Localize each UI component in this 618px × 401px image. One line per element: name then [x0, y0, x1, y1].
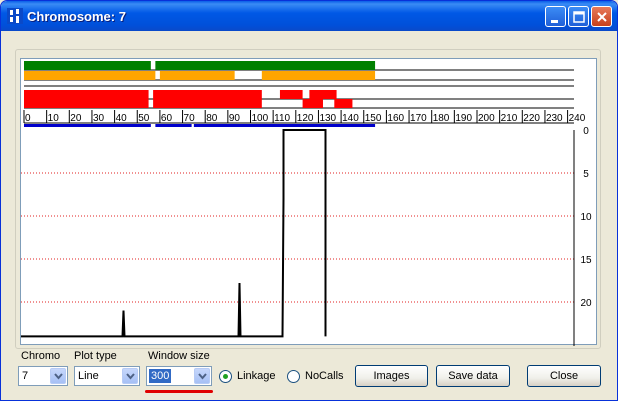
red-segment: [24, 99, 149, 108]
x-tick-label: 40: [116, 113, 128, 124]
x-tick-label: 0: [25, 113, 31, 124]
red-segment: [334, 99, 353, 108]
chromosome-plot: 0 10 20 30 40 50 60 70 80 90 100 110 120 130 140 150 160…: [20, 58, 597, 346]
x-tick-label: 110: [274, 113, 290, 124]
chromo-value: 7: [22, 370, 29, 382]
red-segment: [153, 99, 262, 108]
orange-segment: [159, 71, 235, 80]
plot-type-value: Line: [78, 370, 99, 382]
y-tick-label: 15: [580, 255, 592, 266]
save-data-button[interactable]: Save data: [436, 365, 510, 387]
green-segment: [155, 61, 376, 70]
red-segment: [309, 90, 337, 99]
red-segment: [302, 99, 323, 108]
x-tick-label: 160: [387, 113, 404, 124]
window-size-select[interactable]: 300: [146, 366, 212, 386]
chromosome-app-icon: [7, 8, 23, 24]
plot-type-label: Plot type: [74, 350, 117, 362]
window-size-dropdown-button[interactable]: [194, 368, 210, 384]
chevron-down-icon: [126, 373, 135, 380]
x-tick-label: 20: [70, 113, 82, 124]
close-icon: [597, 12, 607, 22]
x-tick-label: 130: [319, 113, 336, 124]
maximize-button[interactable]: [568, 6, 589, 27]
x-tick-label: 60: [161, 113, 173, 124]
series-line: [21, 129, 327, 338]
red-segment: [153, 90, 262, 99]
x-tick-label: 140: [342, 113, 359, 124]
y-tick-label: 5: [583, 169, 589, 180]
window-size-underline: [145, 390, 213, 393]
window-title: Chromosome: 7: [27, 9, 126, 24]
blue-coverage-bar: [24, 124, 151, 127]
maximize-icon: [573, 11, 585, 23]
x-tick-label: 240: [569, 113, 586, 124]
x-tick-label: 200: [478, 113, 495, 124]
x-tick-label: 230: [546, 113, 563, 124]
chevron-down-icon: [198, 373, 207, 380]
x-tick-label: 120: [297, 113, 314, 124]
x-tick-label: 170: [410, 113, 427, 124]
chevron-down-icon: [54, 373, 63, 380]
plot-type-select[interactable]: Line: [74, 366, 140, 386]
window-size-label: Window size: [148, 350, 210, 362]
chromo-dropdown-button[interactable]: [50, 368, 66, 384]
green-segment: [24, 61, 151, 70]
close-button[interactable]: Close: [527, 365, 601, 387]
x-tick-label: 150: [365, 113, 382, 124]
red-segment: [279, 90, 303, 99]
x-tick-label: 30: [93, 113, 105, 124]
orange-segment: [261, 71, 376, 80]
red-segment: [24, 90, 149, 99]
x-tick-label: 190: [455, 113, 472, 124]
chromosome-window: Chromosome: 7 0 10 20 30 40 50 60 70 80 90 100 110 1…: [0, 0, 618, 401]
x-tick-label: 220: [523, 113, 540, 124]
y-tick-label: 20: [580, 298, 592, 309]
y-tick-label: 0: [583, 126, 589, 137]
chromo-label: Chromo: [21, 350, 61, 362]
x-tick-label: 10: [48, 113, 60, 124]
x-tick-label: 80: [206, 113, 218, 124]
blue-coverage-bar: [193, 124, 376, 127]
x-tick-label: 90: [229, 113, 241, 124]
plot-svg: 0 10 20 30 40 50 60 70 80 90 100 110 120 130 140 150 160…: [21, 61, 592, 346]
x-tick-label: 180: [433, 113, 450, 124]
y-tick-label: 10: [580, 212, 592, 223]
nocalls-radio[interactable]: [287, 370, 300, 383]
x-tick-label: 100: [252, 113, 269, 124]
linkage-radio[interactable]: [219, 370, 232, 383]
radio-selected-dot: [223, 374, 228, 379]
minimize-button[interactable]: [545, 6, 566, 27]
images-button[interactable]: Images: [355, 365, 428, 387]
window-size-value: 300: [149, 369, 172, 383]
plot-type-dropdown-button[interactable]: [122, 368, 138, 384]
blue-coverage-bar: [155, 124, 192, 127]
x-tick-label: 210: [501, 113, 518, 124]
x-tick-label: 70: [184, 113, 196, 124]
linkage-label[interactable]: Linkage: [237, 370, 276, 382]
close-window-button[interactable]: [591, 6, 612, 27]
x-tick-label: 50: [138, 113, 150, 124]
minimize-icon: [551, 20, 558, 23]
chromo-select[interactable]: 7: [18, 366, 68, 386]
title-bar[interactable]: Chromosome: 7: [1, 1, 617, 31]
orange-segment: [24, 71, 156, 80]
nocalls-label[interactable]: NoCalls: [305, 370, 344, 382]
